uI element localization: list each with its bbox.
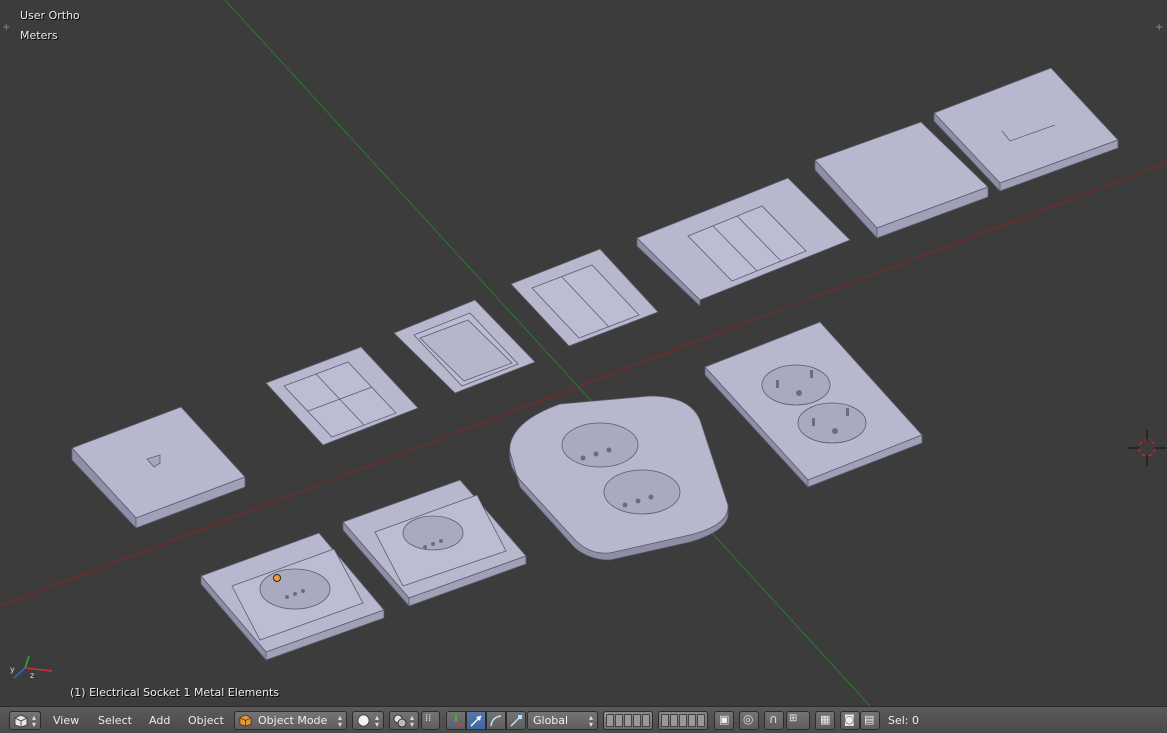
orange-cube-icon (239, 714, 252, 727)
updown-arrow-icon: ▴ ▾ (588, 713, 593, 729)
layer-cell[interactable] (633, 714, 641, 727)
rotate-icon (490, 715, 502, 727)
switch-plate-single-small[interactable] (71, 406, 246, 530)
updown-arrow-icon: ▴ ▾ (337, 713, 342, 729)
lock-camera-button[interactable]: ▣ (714, 711, 734, 730)
camera-icon: ◙ (844, 713, 855, 726)
clapper-icon: ▤ (864, 713, 875, 726)
layer-cell[interactable] (697, 714, 705, 727)
3d-cursor-icon[interactable] (1128, 430, 1166, 466)
rotate-button[interactable] (486, 711, 506, 730)
active-object-origin (273, 574, 281, 582)
proportional-edit-button[interactable]: ◎ (739, 711, 759, 730)
layer-cell[interactable] (661, 714, 669, 727)
snap-increment-icon: ⊞ (789, 713, 798, 724)
socket-plate-double-rounded[interactable] (509, 395, 729, 561)
svg-text:z: z (30, 671, 34, 680)
mode-label: Object Mode (258, 714, 328, 727)
cube-icon (14, 714, 28, 728)
updown-arrow-icon: ▴ ▾ (31, 713, 36, 729)
updown-arrow-icon: ▴ ▾ (374, 713, 379, 729)
axis-gizmo: z y (10, 655, 53, 680)
layer-cell[interactable] (688, 714, 696, 727)
orientation-select[interactable]: Global ▴ ▾ (527, 711, 598, 730)
manipulator-toggle-button[interactable] (446, 711, 466, 730)
snap-toggle-button[interactable]: ∩ (764, 711, 784, 730)
scene-canvas[interactable]: z y (0, 0, 1167, 706)
magnet-icon: ∩ (769, 712, 778, 726)
layers-group-1[interactable] (603, 711, 653, 730)
view-name: User Ortho (20, 9, 80, 22)
layer-cell[interactable] (679, 714, 687, 727)
translate-button[interactable] (466, 711, 486, 730)
scale-button[interactable] (506, 711, 526, 730)
selection-count: Sel: 0 (888, 714, 920, 727)
corner-plus-icon-left[interactable]: + (2, 23, 10, 33)
manipulator-toggle-icon (449, 715, 463, 727)
menu-object[interactable]: Object (188, 713, 224, 729)
layer-cell[interactable] (615, 714, 623, 727)
layer-cell[interactable] (606, 714, 614, 727)
render-opengl-button[interactable]: ◙ (840, 711, 860, 730)
menu-view[interactable]: View (53, 713, 79, 729)
editor-type-button[interactable]: ▴ ▾ (9, 711, 41, 730)
scale-icon (510, 715, 522, 727)
socket-plate-single-2[interactable] (342, 479, 527, 608)
dots-icon: ⁞⁞ (425, 713, 432, 724)
units-label: Meters (20, 29, 58, 42)
mode-select[interactable]: Object Mode ▴ ▾ (234, 711, 347, 730)
svg-text:y: y (10, 665, 15, 674)
layers-group-2[interactable] (658, 711, 708, 730)
3d-viewport[interactable]: z y User Ortho Meters (1) Electrical Soc… (0, 0, 1167, 706)
switch-plate-double[interactable] (510, 248, 659, 347)
socket-plate-single[interactable] (200, 532, 385, 662)
updown-arrow-icon: ▴ ▾ (409, 713, 414, 729)
lock-icon: ▣ (719, 713, 730, 726)
socket-plate-us-duplex[interactable] (704, 321, 923, 489)
viewport-header: ▴ ▾ View Select Add Object Object Mode ▴ ▾… (0, 706, 1167, 733)
pivot-select[interactable]: ▴ ▾ (389, 711, 419, 730)
orientation-label: Global (533, 714, 569, 727)
active-object-label: (1) Electrical Socket 1 Metal Elements (70, 686, 280, 699)
shading-select[interactable]: ▴ ▾ (352, 711, 384, 730)
snap-target-button[interactable]: ⁞⁞ (421, 711, 440, 730)
translate-icon (470, 715, 482, 727)
render-animation-button[interactable]: ▤ (860, 711, 880, 730)
circle-icon: ◎ (743, 712, 754, 726)
snap-options-button[interactable]: ▦ (815, 711, 835, 730)
solid-sphere-icon (357, 714, 370, 727)
switch-plate-single[interactable] (393, 299, 536, 394)
switch-plate-quad[interactable] (265, 346, 419, 446)
menu-add[interactable]: Add (149, 713, 170, 729)
grid-icon: ▦ (820, 713, 831, 726)
switch-plate-triple[interactable] (636, 177, 851, 307)
snap-element-select[interactable]: ⊞ (786, 711, 810, 730)
layer-cell[interactable] (670, 714, 678, 727)
menu-select[interactable]: Select (98, 713, 132, 729)
pivot-icon (393, 714, 407, 728)
layer-cell[interactable] (624, 714, 632, 727)
layer-cell[interactable] (642, 714, 650, 727)
corner-plus-icon-right[interactable]: + (1155, 23, 1163, 33)
